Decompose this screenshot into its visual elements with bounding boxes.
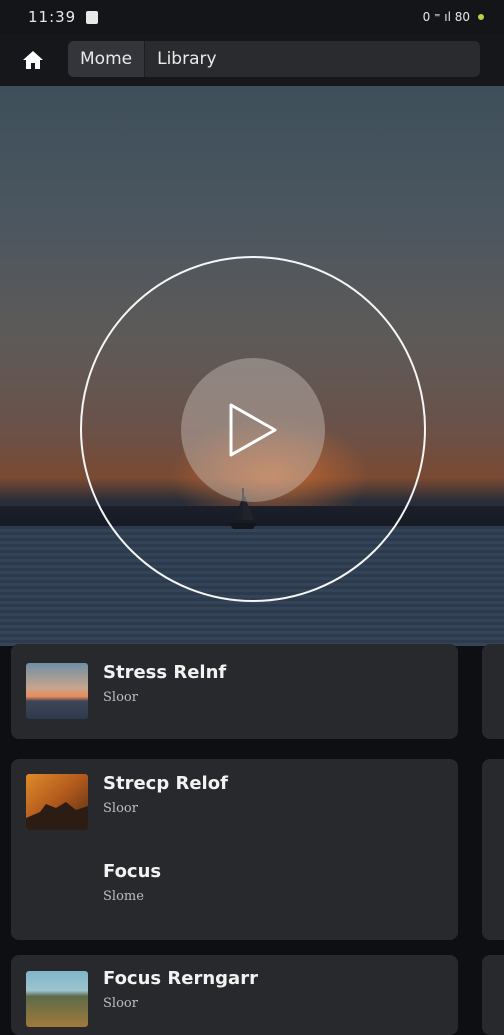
status-time: 11:39 <box>28 8 77 26</box>
status-right: 0 ⁼ ıl 80 <box>423 10 484 24</box>
status-indicators: 0 ⁼ ıl 80 <box>422 10 470 24</box>
tab-home[interactable]: Mome <box>68 41 146 77</box>
thumbnail <box>26 774 88 830</box>
hero-player <box>0 86 504 646</box>
tab-library[interactable]: Library <box>145 41 228 77</box>
card-title: Focus <box>103 861 162 882</box>
next-card-peek[interactable] <box>482 759 504 940</box>
card-subtitle: Sloor <box>103 801 138 816</box>
notification-icon <box>86 10 99 24</box>
card-subtitle: Slome <box>103 889 144 904</box>
top-nav: Mome Library <box>0 34 504 86</box>
status-left: 11:39 <box>28 8 99 26</box>
card-title: Stress Relnf <box>103 662 227 683</box>
thumbnail <box>26 971 88 1027</box>
battery-icon <box>478 14 484 20</box>
card-title: Focus Rerngarr <box>103 968 258 989</box>
nav-tabs: Mome Library <box>68 41 480 77</box>
card-subtitle: Sloor <box>103 690 138 705</box>
session-card[interactable]: Stress Relnf Sloor <box>11 644 458 739</box>
next-card-peek[interactable] <box>482 955 504 1035</box>
session-card[interactable]: Focus Rerngarr Sloor <box>11 955 458 1035</box>
play-icon <box>229 403 277 457</box>
session-card[interactable]: Strecp Relof Sloor Focus Slome <box>11 759 458 940</box>
card-subtitle: Sloor <box>103 996 138 1011</box>
status-bar: 11:39 0 ⁼ ıl 80 <box>0 0 504 34</box>
card-title: Strecp Relof <box>103 773 228 794</box>
next-card-peek[interactable] <box>482 644 504 739</box>
play-button[interactable] <box>181 358 325 502</box>
home-icon[interactable] <box>0 34 66 86</box>
thumbnail <box>26 663 88 719</box>
